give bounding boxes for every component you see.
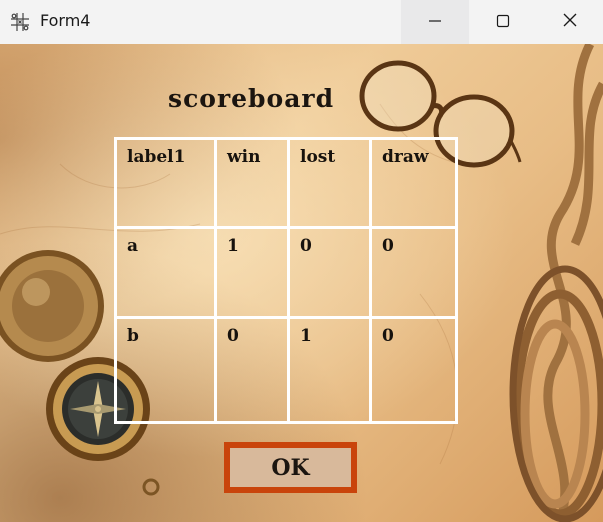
title-bar: Form4 xyxy=(0,0,603,44)
form-client-area: scoreboard label1 win lost draw a 1 0 0 … xyxy=(0,44,603,522)
close-button[interactable] xyxy=(537,0,603,44)
minimize-button[interactable] xyxy=(401,0,469,44)
maximize-icon xyxy=(496,13,510,32)
header-cell-draw: draw xyxy=(372,140,455,229)
row-b-player: b xyxy=(117,319,217,421)
tic-tac-toe-grid-icon xyxy=(10,12,30,32)
row-a-lost: 0 xyxy=(290,229,372,319)
header-cell-win: win xyxy=(217,140,290,229)
row-a-player: a xyxy=(117,229,217,319)
brass-dial-image xyxy=(0,250,104,362)
window-title: Form4 xyxy=(40,11,91,30)
ok-button[interactable]: OK xyxy=(224,442,357,493)
scoreboard-heading: scoreboard xyxy=(168,84,335,113)
header-cell-lost: lost xyxy=(290,140,372,229)
row-b-win: 0 xyxy=(217,319,290,421)
ok-button-label: OK xyxy=(271,454,310,481)
row-a-win: 1 xyxy=(217,229,290,319)
minimize-icon xyxy=(428,13,442,32)
rope-image xyxy=(509,44,603,522)
row-b-draw: 0 xyxy=(382,326,394,346)
row-b-lost: 1 xyxy=(290,319,372,421)
score-table: label1 win lost draw a 1 0 0 b 0 1 0 xyxy=(114,137,458,424)
close-icon xyxy=(562,12,578,32)
header-cell-player: label1 xyxy=(117,140,217,229)
maximize-button[interactable] xyxy=(469,0,537,44)
row-a-draw: 0 xyxy=(372,229,455,319)
